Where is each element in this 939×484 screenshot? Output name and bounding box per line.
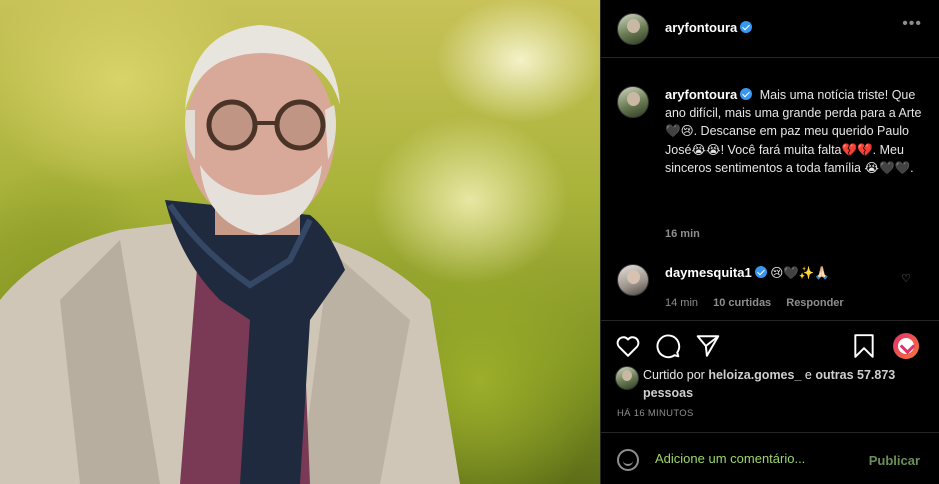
liker-username[interactable]: heloiza.gomes_: [708, 368, 801, 382]
commenter-username[interactable]: daymesquita1: [665, 265, 767, 280]
caption-avatar[interactable]: [617, 86, 649, 118]
comment-like-heart-icon[interactable]: ♡: [901, 272, 911, 285]
liked-by-conj: e: [804, 368, 812, 382]
reply-button[interactable]: Responder: [786, 297, 843, 309]
caption-text-block: aryfontoura Mais uma notícia triste! Que…: [665, 86, 925, 177]
verified-badge-icon: [754, 266, 767, 278]
liked-by-text: Curtido por heloiza.gomes_ e outras 57.8…: [643, 366, 933, 402]
post-photo[interactable]: [0, 0, 600, 484]
post-actions-bar: [601, 320, 939, 370]
save-bookmark-icon[interactable]: [851, 333, 877, 359]
verified-badge-icon: [740, 21, 753, 33]
comment-time: 14 min: [665, 297, 699, 309]
header-username[interactable]: aryfontoura: [665, 20, 753, 35]
reply-button-text[interactable]: Responder: [786, 297, 843, 309]
comment-meta: 14 min 10 curtidas Responder: [665, 297, 856, 309]
liker-avatar[interactable]: [615, 366, 639, 390]
comment-likes-text[interactable]: 10 curtidas: [713, 297, 771, 309]
caption-timestamp: 16 min: [665, 228, 700, 240]
comment-bubble-icon[interactable]: [655, 333, 681, 359]
portrait-illustration: [0, 25, 460, 484]
share-paper-plane-icon[interactable]: [695, 333, 721, 359]
comment-input[interactable]: [655, 451, 855, 466]
commenter-avatar[interactable]: [617, 264, 649, 296]
share-paper-plane-svg: [696, 335, 720, 357]
caption-username[interactable]: aryfontoura: [665, 87, 753, 102]
download-extension-icon[interactable]: [893, 333, 919, 359]
caption-username-text[interactable]: aryfontoura: [665, 87, 737, 102]
comment-body: 😢🖤✨🙏🏻: [770, 266, 830, 280]
like-heart-svg: [616, 336, 640, 357]
emoji-smile-icon[interactable]: [617, 449, 639, 471]
comment-likes[interactable]: 10 curtidas: [713, 297, 771, 309]
post-timeago[interactable]: HÁ 16 MINUTOS: [617, 408, 694, 419]
publish-button[interactable]: Publicar: [869, 453, 920, 468]
comment-bubble-svg: [656, 334, 681, 359]
post-side-panel: aryfontoura ••• aryfontoura Mais uma not…: [600, 0, 939, 484]
save-bookmark-svg: [854, 334, 874, 358]
instagram-post: aryfontoura ••• aryfontoura Mais uma not…: [0, 0, 939, 484]
liked-by-prefix: Curtido por: [643, 368, 705, 382]
author-avatar[interactable]: [617, 13, 649, 45]
verified-badge-icon: [740, 88, 753, 100]
comment-text: daymesquita1 😢🖤✨🙏🏻: [665, 265, 830, 281]
more-options-icon[interactable]: •••: [902, 15, 922, 33]
commenter-username-text[interactable]: daymesquita1: [665, 265, 752, 280]
add-comment-bar: Publicar: [601, 432, 939, 484]
header-username-text[interactable]: aryfontoura: [665, 20, 737, 35]
like-heart-icon[interactable]: [615, 333, 641, 359]
post-header: aryfontoura •••: [601, 0, 939, 58]
